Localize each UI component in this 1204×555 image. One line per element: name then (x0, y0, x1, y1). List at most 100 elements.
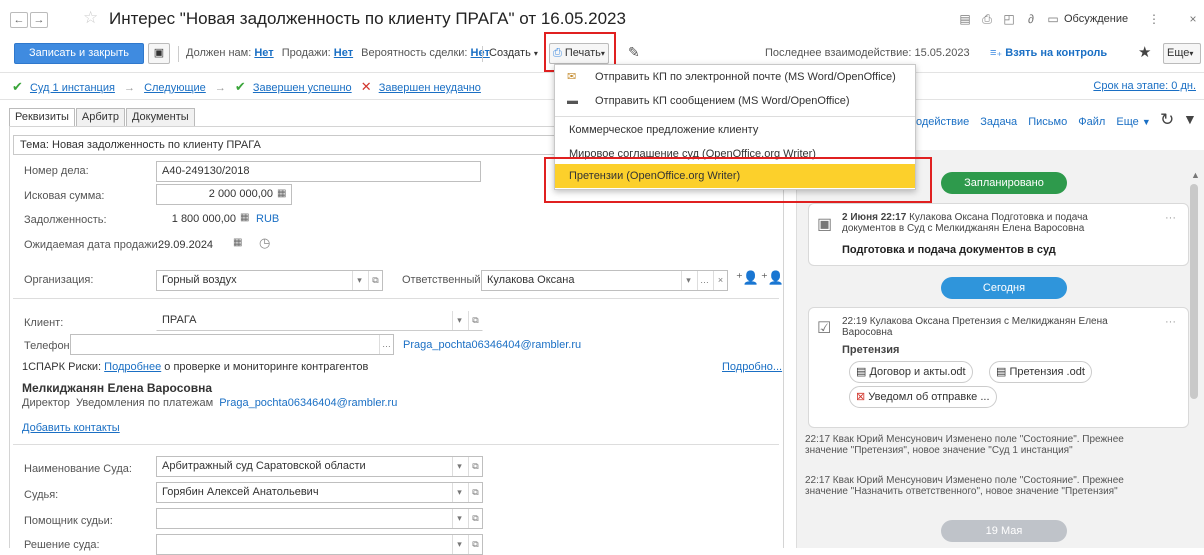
phone-field[interactable]: … (70, 334, 394, 355)
chevron-down-icon[interactable]: ▾ (452, 535, 466, 554)
calculator-icon[interactable]: ▦ (277, 188, 286, 199)
chevron-down-icon: ▼ (1141, 117, 1151, 127)
pen-icon[interactable]: ✎ (628, 44, 640, 61)
ellipsis-icon[interactable]: … (379, 335, 393, 354)
case-field[interactable]: А40-249130/2018 (156, 161, 481, 182)
deadline-link[interactable]: Срок на этапе: 0 дн. (1093, 80, 1196, 92)
ellipsis-icon[interactable]: … (697, 271, 711, 290)
favorite-star-icon[interactable]: ☆ (83, 8, 98, 28)
stage-next-link[interactable]: Следующие (144, 82, 206, 94)
log-entry: 22:17 Квак Юрий Менсунович Изменено поле… (805, 434, 1124, 456)
client-email-link[interactable]: Praga_pochta06346404@rambler.ru (403, 339, 581, 351)
file-attachment[interactable]: ⊠ Уведомл об отправке ... (849, 386, 997, 408)
menu-item-label: Отправить КП сообщением (MS Word/OpenOff… (595, 95, 850, 107)
sale-date-value[interactable]: 29.09.2024 (158, 239, 213, 251)
more-horizontal-icon[interactable]: ··· (1165, 316, 1176, 328)
open-icon[interactable]: ⧉ (468, 457, 482, 476)
message-icon: ▬ (567, 95, 578, 107)
file-attachment[interactable]: ▤ Договор и акты.odt (849, 361, 973, 383)
clock-icon[interactable]: ◷ (259, 235, 270, 251)
close-icon[interactable]: × (1186, 12, 1200, 26)
assistant-field[interactable]: ▾ ⧉ (156, 508, 483, 529)
chevron-down-icon[interactable]: ▾ (452, 311, 466, 330)
indicators: Должен нам: Нет Продажи: Нет Вероятность… (186, 47, 490, 59)
tab-arbiter[interactable]: Арбитр (75, 108, 125, 127)
activity-card-planned[interactable]: ▣ 2 Июня 22:17 Кулакова Оксана Подготовк… (808, 203, 1189, 266)
tabs: Реквизиты Арбитр Документы (9, 108, 196, 127)
activity-card-today[interactable]: ☑ 22:19 Кулакова Оксана Претензия с Мелк… (808, 307, 1189, 428)
task-link[interactable]: Задача (980, 116, 1017, 128)
menu-item-send-message[interactable]: ▬ Отправить КП сообщением (MS Word/OpenO… (555, 89, 915, 113)
open-icon[interactable]: ⧉ (468, 483, 482, 502)
add-user-icon[interactable]: ⁺👤 (736, 270, 759, 286)
save-close-button[interactable]: Записать и закрыть (14, 43, 144, 64)
card1-title: Подготовка и подача документов в суд (842, 244, 1056, 256)
floppy-icon: ▣ (153, 47, 165, 59)
more-link[interactable]: Еще (1116, 116, 1138, 128)
resp-field[interactable]: Кулакова Оксана ▾ … × (481, 270, 728, 291)
chevron-down-icon[interactable]: ▾ (452, 483, 466, 502)
filter-icon[interactable]: ▼ (1183, 111, 1197, 127)
client-field[interactable]: ПРАГА ▾ ⧉ (156, 310, 483, 331)
back-arrow-icon[interactable]: ← (10, 12, 28, 28)
calendar-icon[interactable]: ▦ (233, 237, 242, 248)
chevron-down-icon[interactable]: ▾ (452, 509, 466, 528)
stage-court-first-link[interactable]: Суд 1 инстанция (30, 82, 115, 94)
decision-field[interactable]: ▾ ⧉ (156, 534, 483, 555)
open-icon[interactable]: ⧉ (368, 271, 382, 290)
save-icon[interactable]: ▤ (958, 12, 972, 26)
menu-item-commercial-offer[interactable]: Коммерческое предложение клиенту (555, 118, 915, 142)
print-icon[interactable]: ⎙ (980, 12, 994, 26)
contact-email-link[interactable]: Praga_pochta06346404@rambler.ru (219, 397, 397, 409)
details-link[interactable]: Подробно... (722, 361, 782, 373)
more-vertical-icon[interactable]: ⋮ (1147, 12, 1161, 26)
spark-more-link[interactable]: Подробнее (104, 361, 161, 373)
scroll-up-icon[interactable]: ▲ (1191, 170, 1200, 180)
sales-value[interactable]: Нет (334, 47, 353, 59)
save-button[interactable]: ▣ (148, 43, 170, 64)
owes-value[interactable]: Нет (254, 47, 273, 59)
open-icon[interactable]: ⧉ (468, 535, 482, 554)
org-label: Организация: (24, 274, 94, 286)
tab-requisites[interactable]: Реквизиты (9, 108, 75, 127)
probability-value[interactable]: Нет (471, 47, 490, 59)
claim-field[interactable]: 2 000 000,00 (156, 184, 292, 205)
judge-field[interactable]: Горябин Алексей Анатольевич ▾ ⧉ (156, 482, 483, 503)
calculator-icon[interactable]: ▦ (240, 212, 249, 223)
chat-icon[interactable]: ▭ (1046, 12, 1060, 26)
more-horizontal-icon[interactable]: ··· (1165, 212, 1176, 224)
preview-icon[interactable]: ◰ (1002, 12, 1016, 26)
add-user-icon[interactable]: ⁺👤 (761, 270, 784, 286)
org-field[interactable]: Горный воздух ▾ ⧉ (156, 270, 383, 291)
clear-icon[interactable]: × (713, 271, 727, 290)
calendar-icon: ▣ (817, 216, 833, 233)
add-contacts-link[interactable]: Добавить контакты (22, 422, 120, 434)
link-icon[interactable]: ∂ (1024, 12, 1038, 26)
letter-link[interactable]: Письмо (1028, 116, 1067, 128)
interaction-link[interactable]: одействие (916, 116, 969, 128)
open-icon[interactable]: ⧉ (468, 509, 482, 528)
favorite-star-icon[interactable]: ★ (1138, 43, 1151, 61)
menu-item-send-email[interactable]: ✉ Отправить КП по электронной почте (MS … (555, 65, 915, 89)
org-value: Горный воздух (162, 274, 237, 286)
scrollbar-thumb[interactable] (1190, 184, 1198, 399)
tab-documents[interactable]: Документы (125, 108, 195, 127)
feed-scrollbar[interactable]: ▲ (1188, 170, 1200, 548)
discussion-label[interactable]: Обсуждение (1064, 13, 1128, 25)
chevron-down-icon[interactable]: ▾ (452, 457, 466, 476)
forward-arrow-icon[interactable]: → (30, 12, 48, 28)
refresh-icon[interactable]: ↻ (1160, 110, 1174, 130)
file-attachment[interactable]: ▤ Претензия .odt (989, 361, 1092, 383)
create-button[interactable]: Создать ▾ (489, 47, 538, 59)
stage-success-link[interactable]: Завершен успешно (253, 82, 352, 94)
open-icon[interactable]: ⧉ (468, 311, 482, 330)
court-field[interactable]: Арбитражный суд Саратовской области ▾ ⧉ (156, 456, 483, 477)
more-button[interactable]: Еще▾ (1163, 43, 1201, 64)
document-icon: ▤ (856, 366, 867, 378)
case-label: Номер дела: (24, 165, 89, 177)
file-link[interactable]: Файл (1078, 116, 1105, 128)
chevron-down-icon[interactable]: ▾ (352, 271, 366, 290)
stage-fail-link[interactable]: Завершен неудачно (379, 82, 481, 94)
take-control-button[interactable]: ≡₊ Взять на контроль (990, 46, 1107, 59)
chevron-down-icon[interactable]: ▾ (681, 271, 695, 290)
